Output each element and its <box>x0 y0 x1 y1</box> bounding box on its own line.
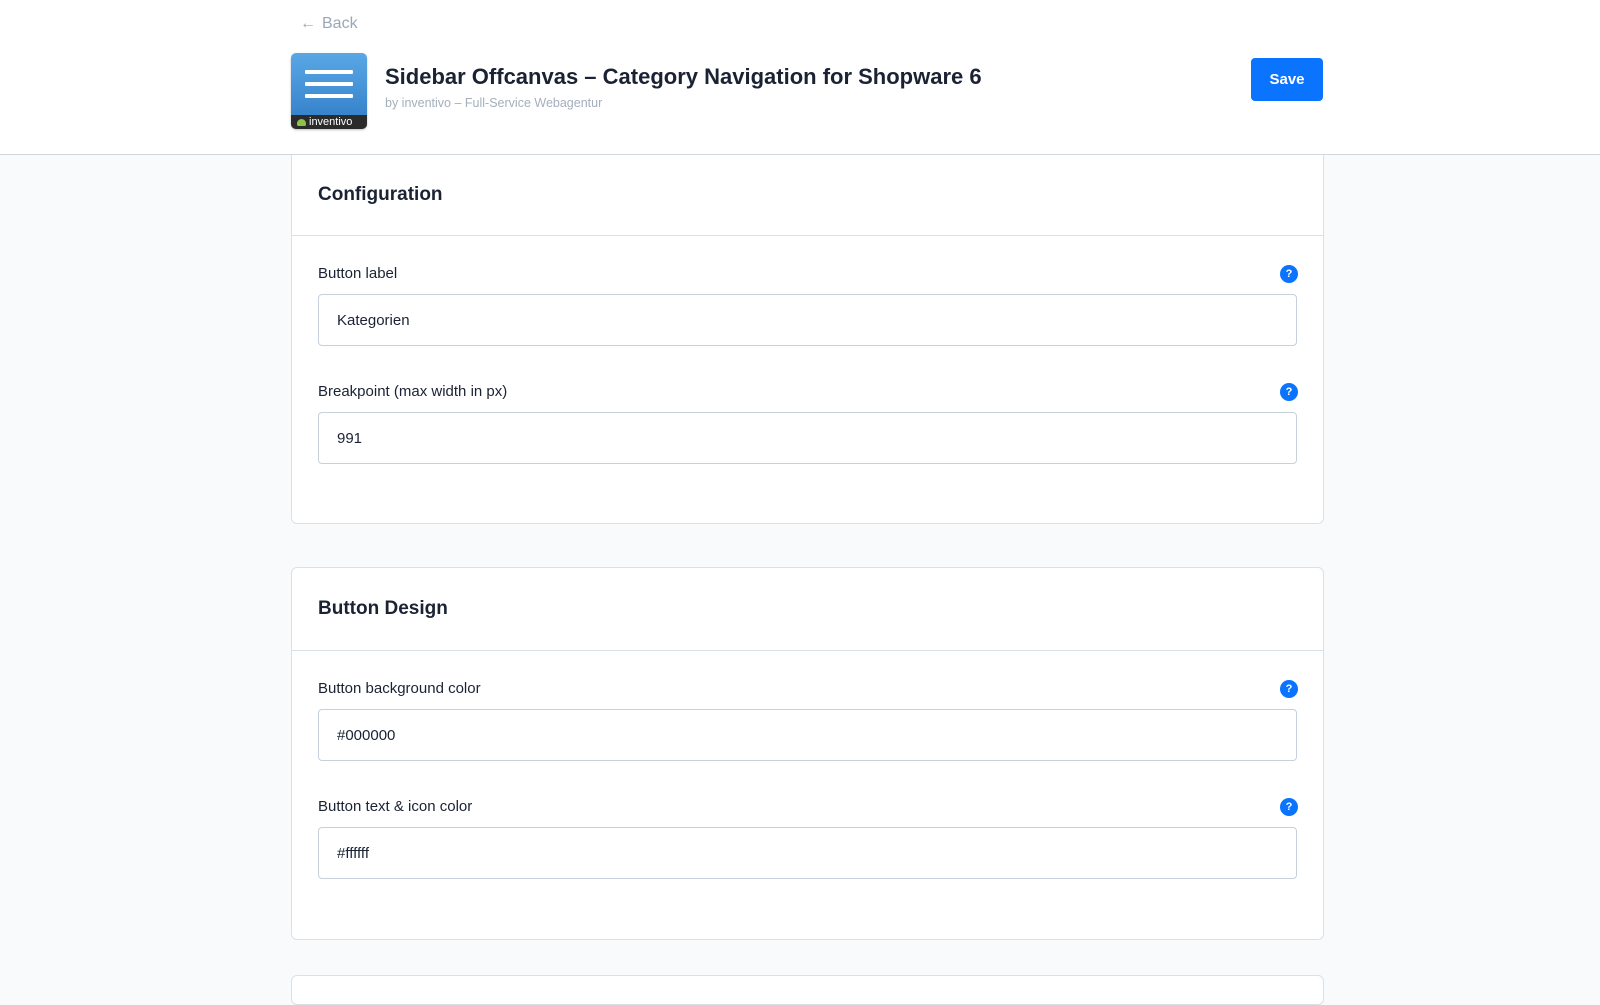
logo-brand: inventivo <box>291 115 367 129</box>
breakpoint-input[interactable] <box>318 412 1297 464</box>
button-design-card: Button Design Button background color ? … <box>291 567 1324 940</box>
field-button-label: Button label ? <box>318 264 1298 346</box>
field-button-text-color: Button text & icon color ? <box>318 797 1298 879</box>
logo-brand-text: inventivo <box>309 116 353 128</box>
help-icon[interactable]: ? <box>1280 798 1298 816</box>
next-card <box>291 975 1324 1005</box>
page-header: ← Back inventivo Sidebar Offcanvas – Cat… <box>0 0 1600 155</box>
field-label: Button text & icon color <box>318 798 473 815</box>
app-logo: inventivo <box>291 53 367 129</box>
card-header: Button Design <box>292 568 1323 651</box>
button-bg-color-input[interactable] <box>318 709 1297 761</box>
help-icon[interactable]: ? <box>1280 383 1298 401</box>
field-label: Breakpoint (max width in px) <box>318 383 508 400</box>
back-link[interactable]: ← Back <box>300 14 358 34</box>
button-text-color-input[interactable] <box>318 827 1297 879</box>
page-subtitle: by inventivo – Full-Service Webagentur <box>385 96 603 110</box>
field-label: Button label <box>318 265 398 282</box>
leaf-icon <box>297 118 306 126</box>
configuration-card: Configuration Button label ? Breakpoint … <box>291 140 1324 524</box>
page-title: Sidebar Offcanvas – Category Navigation … <box>385 64 982 89</box>
back-label: Back <box>322 15 358 32</box>
section-title: Configuration <box>318 184 443 205</box>
arrow-left-icon: ← <box>300 15 316 32</box>
field-button-bg-color: Button background color ? <box>318 679 1298 761</box>
save-button[interactable]: Save <box>1251 58 1323 101</box>
field-breakpoint: Breakpoint (max width in px) ? <box>318 382 1298 464</box>
help-icon[interactable]: ? <box>1280 265 1298 283</box>
hamburger-menu-icon <box>305 70 353 106</box>
button-label-input[interactable] <box>318 294 1297 346</box>
help-icon[interactable]: ? <box>1280 680 1298 698</box>
section-title: Button Design <box>318 598 448 619</box>
field-label: Button background color <box>318 680 481 697</box>
card-header: Configuration <box>292 141 1323 236</box>
